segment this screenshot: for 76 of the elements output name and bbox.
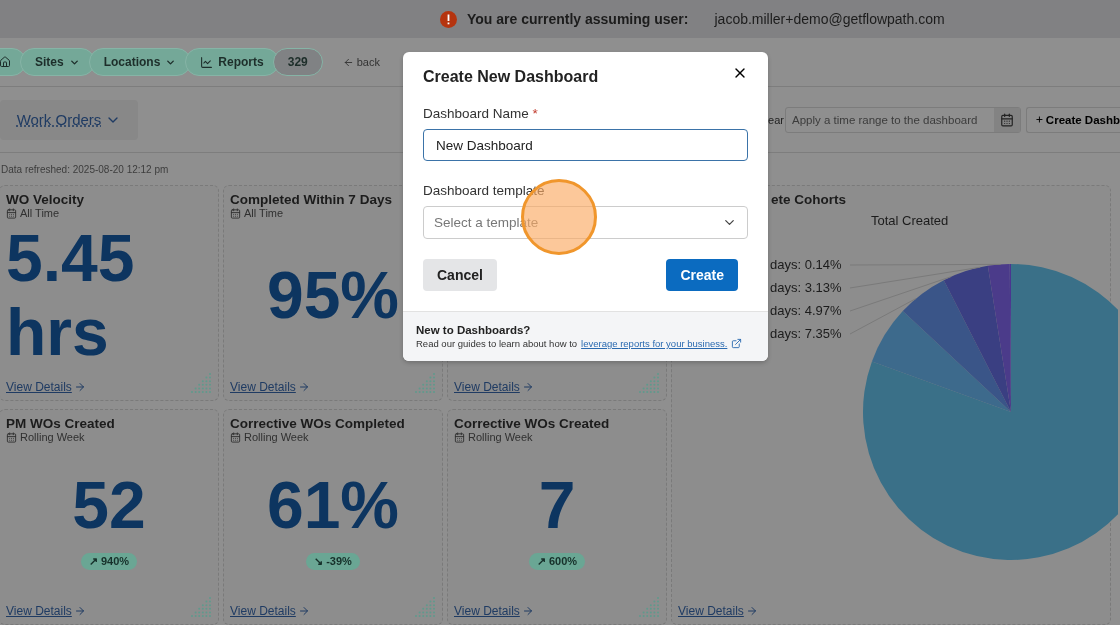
dots-icon bbox=[414, 372, 436, 394]
change-badge: ↘ -39% bbox=[306, 552, 360, 570]
external-link-icon bbox=[731, 338, 743, 349]
view-details-link[interactable]: View Details bbox=[230, 380, 310, 394]
calendar-icon bbox=[230, 431, 241, 443]
cancel-button[interactable]: Cancel bbox=[423, 259, 497, 291]
arrow-right-icon bbox=[297, 381, 310, 393]
card-title: WO Velocity bbox=[6, 192, 86, 207]
arrow-right-icon bbox=[521, 605, 534, 617]
dialog-title: Create New Dashboard bbox=[423, 68, 599, 86]
footer-text: Read our guides to learn about how to bbox=[416, 338, 578, 349]
refresh-time: Data refreshed: 2025-08-20 12:12 pm bbox=[0, 162, 170, 177]
metric-value: 95% bbox=[266, 258, 400, 333]
dots-icon bbox=[638, 596, 660, 618]
field-label: Dashboard Name bbox=[423, 106, 529, 121]
pie-label: days: 7.35% bbox=[770, 326, 842, 341]
pie-label: days: 3.13% bbox=[770, 280, 842, 295]
count-badge: 329 bbox=[272, 48, 323, 76]
card-period: Rolling Week bbox=[468, 431, 533, 443]
view-details-link[interactable]: View Details bbox=[454, 380, 534, 394]
calendar-icon bbox=[454, 431, 465, 443]
metric-value: 5.45 hrs bbox=[6, 221, 136, 370]
change-badge: ↗ 940% bbox=[80, 552, 138, 570]
card-title: PM WOs Created bbox=[6, 416, 116, 431]
chart-icon bbox=[200, 55, 214, 69]
banner-text: You are currently assuming user: bbox=[467, 11, 689, 27]
chart-title: Total Created bbox=[871, 213, 949, 228]
required-mark: * bbox=[532, 106, 538, 121]
card-period: Rolling Week bbox=[20, 431, 85, 443]
time-range-field[interactable]: Apply a time range to the dashboard bbox=[786, 113, 994, 126]
view-details-link[interactable]: View Details bbox=[678, 604, 758, 618]
time-range-picker[interactable]: Apply a time range to the dashboard bbox=[785, 106, 1021, 133]
calendar-icon bbox=[230, 207, 241, 219]
pie-label: days: 4.97% bbox=[770, 303, 842, 318]
arrow-right-icon bbox=[745, 605, 758, 617]
view-details-link[interactable]: View Details bbox=[230, 604, 310, 618]
home-icon bbox=[0, 56, 11, 68]
name-input[interactable]: New Dashboard bbox=[423, 129, 748, 161]
metric-value: 7 bbox=[538, 469, 576, 543]
calendar-button[interactable] bbox=[994, 107, 1020, 132]
card-title: Completed Within 7 Days bbox=[230, 192, 393, 207]
metric-value: 52 bbox=[72, 469, 146, 543]
card-title: Corrective WOs Completed bbox=[230, 416, 406, 431]
card-title: Corrective WOs Created bbox=[454, 416, 611, 431]
back-link[interactable]: back bbox=[342, 56, 380, 68]
footer-heading: New to Dashboards? bbox=[416, 324, 532, 336]
view-details-link[interactable]: View Details bbox=[454, 604, 534, 618]
card-period: All Time bbox=[244, 207, 284, 219]
change-badge: ↗ 600% bbox=[528, 552, 586, 570]
plus-icon bbox=[1035, 113, 1044, 126]
arrow-right-icon bbox=[297, 605, 310, 617]
create-button[interactable]: Create bbox=[666, 259, 738, 291]
create-dashboard-button[interactable]: Create Dashb bbox=[1026, 106, 1120, 133]
card-title: ete Cohorts bbox=[771, 192, 847, 207]
arrow-left-icon bbox=[342, 56, 354, 68]
alert-icon bbox=[440, 10, 457, 28]
arrow-right-icon bbox=[73, 605, 86, 617]
calendar-icon bbox=[6, 207, 17, 219]
dots-icon bbox=[190, 596, 212, 618]
report-menu-button[interactable]: Work Orders bbox=[0, 99, 138, 140]
dots-icon bbox=[638, 372, 660, 394]
dots-icon bbox=[414, 596, 436, 618]
clear-link[interactable]: ear bbox=[768, 113, 784, 126]
view-details-link[interactable]: View Details bbox=[6, 380, 86, 394]
user-email: jacob.miller+demo@getflowpath.com bbox=[714, 11, 945, 27]
calendar-icon bbox=[6, 431, 17, 443]
metric-value: 61% bbox=[266, 469, 400, 543]
pie-label: days: 0.14% bbox=[770, 257, 842, 272]
arrow-right-icon bbox=[521, 381, 534, 393]
calendar-icon bbox=[1000, 112, 1014, 127]
card-period: Rolling Week bbox=[244, 431, 309, 443]
arrow-right-icon bbox=[73, 381, 86, 393]
guide-link[interactable]: leverage reports for your business. bbox=[581, 338, 728, 349]
dots-icon bbox=[190, 372, 212, 394]
view-details-link[interactable]: View Details bbox=[6, 604, 86, 618]
card-period: All Time bbox=[20, 207, 60, 219]
